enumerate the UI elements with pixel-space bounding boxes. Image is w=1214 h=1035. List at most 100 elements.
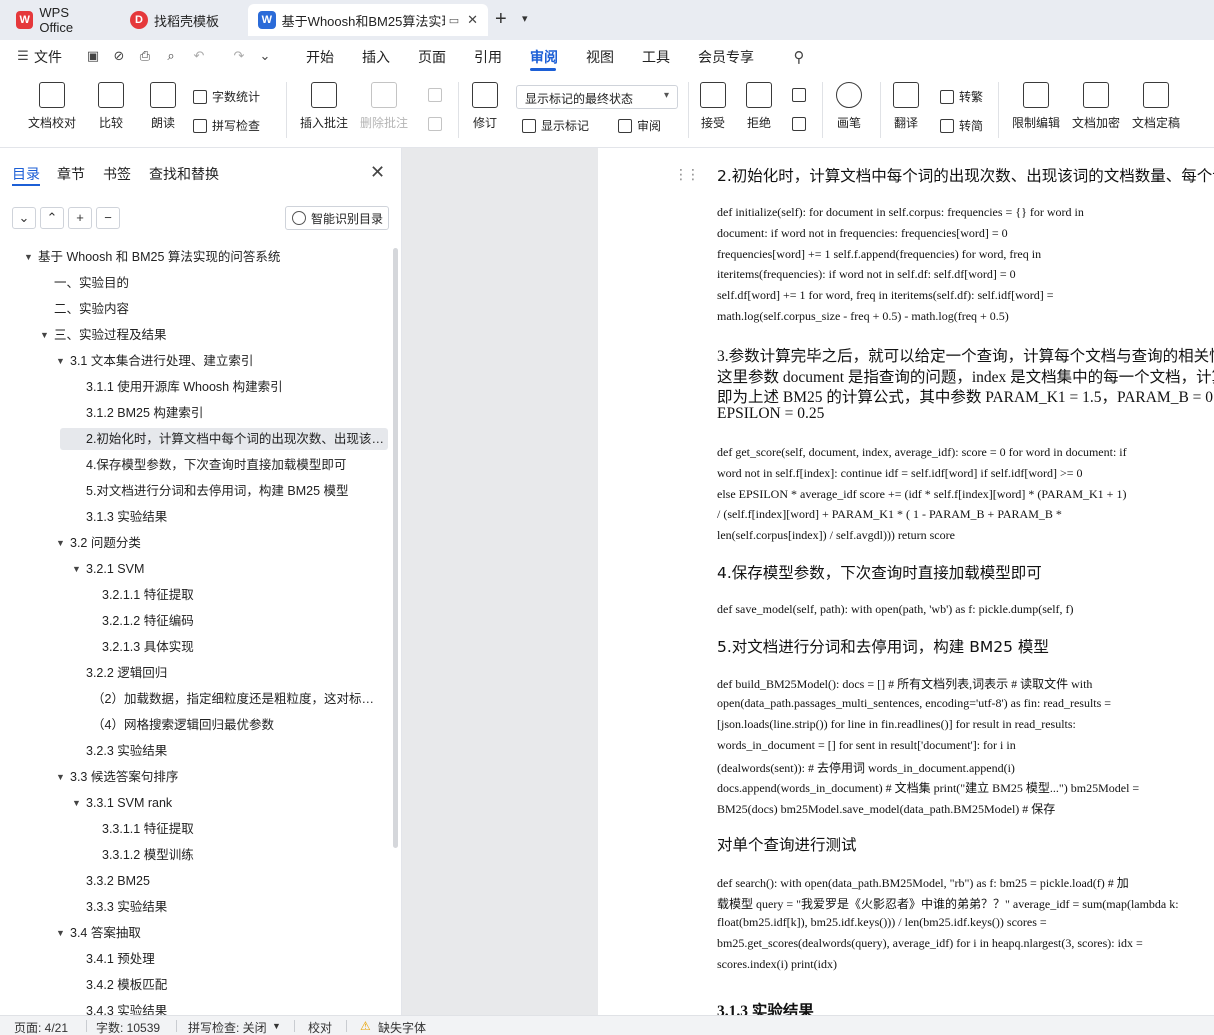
menu-view[interactable]: 视图 [586,47,614,67]
toc-item[interactable]: 3.4.3 实验结果 [86,1000,382,1015]
tab-template[interactable]: D 找稻壳模板 [120,4,242,36]
share-link-icon[interactable]: ⊘ [110,48,128,64]
menu-reference[interactable]: 引用 [474,47,502,67]
toc-item[interactable]: 3.1.2 BM25 构建索引 [86,402,382,424]
word-count-button[interactable]: 字数统计 [193,88,260,105]
tab-document[interactable]: W 基于Whoosh和BM25算法实现 ▭ ✕ [248,4,488,36]
toc-item[interactable]: 3.4.1 预处理 [86,948,382,970]
redo-icon[interactable]: ↷ [230,48,248,64]
toc-item[interactable]: 3.3.1.1 特征提取 [102,818,382,840]
menu-member[interactable]: 会员专享 [698,47,754,67]
remove-heading-minus-icon[interactable]: − [96,207,120,229]
expand-arrow-icon[interactable]: ▼ [56,766,65,788]
show-markup-button[interactable]: 显示标记 [522,117,589,134]
expand-arrow-icon[interactable]: ▼ [24,246,33,268]
translate-button[interactable]: 翻译 [893,82,919,131]
menu-file[interactable]: 文件 [34,47,62,67]
chevron-down-icon[interactable]: ▼ [272,1021,281,1031]
toc-item[interactable]: 3.3.1.2 模型训练 [102,844,382,866]
panel-tab-bookmarks[interactable]: 书签 [103,164,131,184]
quick-access-chevron-icon[interactable]: ⌄ [256,48,274,64]
prev-change-button[interactable] [792,88,811,102]
menu-insert[interactable]: 插入 [362,47,390,67]
revise-button[interactable]: 修订 [472,82,498,131]
spell-check-button[interactable]: 拼写检查 [193,117,260,134]
print-preview-icon[interactable]: ⌕ [162,48,180,64]
doc-check-button[interactable]: 文档校对 [28,82,76,131]
toc-item[interactable]: 3.2.1 SVM [86,558,382,580]
toc-scrollbar[interactable] [393,248,398,848]
document-page[interactable]: 2.初始化时，计算文档中每个词的出现次数、出现该词的文档数量、每个词的idf值 … [598,148,1214,1015]
toc-item[interactable]: 3.1 文本集合进行处理、建立索引 [70,350,380,372]
collapse-all-chevron-icon[interactable]: ⌄ [12,207,36,229]
toc-item[interactable]: 基于 Whoosh 和 BM25 算法实现的问答系统 [38,246,378,268]
panel-tab-sections[interactable]: 章节 [57,164,85,184]
finalize-button[interactable]: 文档定稿 [1132,82,1180,131]
expand-up-chevron-icon[interactable]: ⌃ [40,207,64,229]
compare-button[interactable]: 比较 [98,82,124,131]
toc-item[interactable]: 二、实验内容 [54,298,374,320]
pen-button[interactable]: 画笔 [836,82,862,131]
toc-item[interactable]: 三、实验过程及结果 [54,324,374,346]
close-icon[interactable]: ✕ [370,162,385,183]
toc-item[interactable]: 3.3.3 实验结果 [86,896,382,918]
search-icon[interactable]: ⚲ [790,48,808,66]
reject-button[interactable]: 拒绝 [746,82,772,131]
toc-item[interactable]: 3.2.2 逻辑回归 [86,662,382,684]
expand-arrow-icon[interactable]: ▼ [72,792,81,814]
menu-tools[interactable]: 工具 [642,47,670,67]
print-icon[interactable]: ⎙ [136,48,154,64]
toc-item[interactable]: 3.2.3 实验结果 [86,740,382,762]
toc-item[interactable]: 5.对文档进行分词和去停用词，构建 BM25 模型 [86,480,382,502]
toc-item[interactable]: 3.2.1.2 特征编码 [102,610,382,632]
menu-page[interactable]: 页面 [418,47,446,67]
word-count-indicator[interactable]: 字数: 10539 [96,1019,160,1035]
toc-item[interactable]: 4.保存模型参数，下次查询时直接加载模型即可 [86,454,382,476]
undo-icon[interactable]: ↶ [190,48,208,64]
monitor-icon[interactable]: ▭ [449,14,459,27]
spell-check-status[interactable]: 拼写检查: 关闭 [188,1019,267,1035]
toc-item[interactable]: 3.1.1 使用开源库 Whoosh 构建索引 [86,376,382,398]
accept-button[interactable]: 接受 [700,82,726,131]
review-pane-button[interactable]: 审阅 [618,117,661,134]
menu-review[interactable]: 审阅 [530,47,558,67]
proofread-status[interactable]: 校对 [308,1019,332,1035]
toc-item[interactable]: 3.2 问题分类 [70,532,380,554]
close-tab-icon[interactable]: ✕ [467,12,478,28]
expand-arrow-icon[interactable]: ▼ [56,532,65,554]
to-traditional-button[interactable]: 转繁 [940,88,983,105]
to-simplified-button[interactable]: 转简 [940,117,983,134]
prev-comment-button[interactable] [428,88,447,102]
toc-item-selected[interactable]: 2.初始化时，计算文档中每个词的出现次数、出现该词的文档数量、每个词的idf值 [60,428,388,450]
tab-wps-office[interactable]: W WPS Office [6,4,114,36]
expand-arrow-icon[interactable]: ▼ [72,558,81,580]
toc-item[interactable]: 3.2.1.1 特征提取 [102,584,382,606]
drag-handle-icon[interactable]: ⋮⋮ [674,166,700,183]
new-tab-plus-icon[interactable]: + [495,8,507,31]
expand-arrow-icon[interactable]: ▼ [40,324,49,346]
panel-tab-toc[interactable]: 目录 [12,164,40,184]
toc-item[interactable]: 3.1.3 实验结果 [86,506,382,528]
page-indicator[interactable]: 页面: 4/21 [14,1019,68,1035]
save-icon[interactable]: ▣ [84,48,102,64]
read-aloud-button[interactable]: 朗读 [150,82,176,131]
toc-item[interactable]: （4）网格搜索逻辑回归最优参数 [92,714,384,736]
next-comment-button[interactable] [428,117,447,131]
smart-toc-button[interactable]: 智能识别目录 [285,206,389,230]
missing-font-status[interactable]: 缺失字体 [378,1019,426,1035]
encrypt-button[interactable]: 文档加密 [1072,82,1120,131]
delete-comment-button[interactable]: 删除批注 [360,82,408,131]
panel-tab-find-replace[interactable]: 查找和替换 [149,164,219,184]
expand-arrow-icon[interactable]: ▼ [56,350,65,372]
insert-comment-button[interactable]: 插入批注 [300,82,348,131]
expand-arrow-icon[interactable]: ▼ [56,922,65,944]
add-heading-plus-icon[interactable]: + [68,207,92,229]
toc-item[interactable]: 3.3 候选答案句排序 [70,766,380,788]
toc-item[interactable]: 3.4.2 模板匹配 [86,974,382,996]
restrict-edit-button[interactable]: 限制编辑 [1012,82,1060,131]
toc-item[interactable]: 3.2.1.3 具体实现 [102,636,382,658]
tab-list-chevron-icon[interactable]: ▾ [522,12,528,25]
menu-start[interactable]: 开始 [306,47,334,67]
toc-item[interactable]: 3.3.2 BM25 [86,870,382,892]
toc-item[interactable]: 一、实验目的 [54,272,374,294]
